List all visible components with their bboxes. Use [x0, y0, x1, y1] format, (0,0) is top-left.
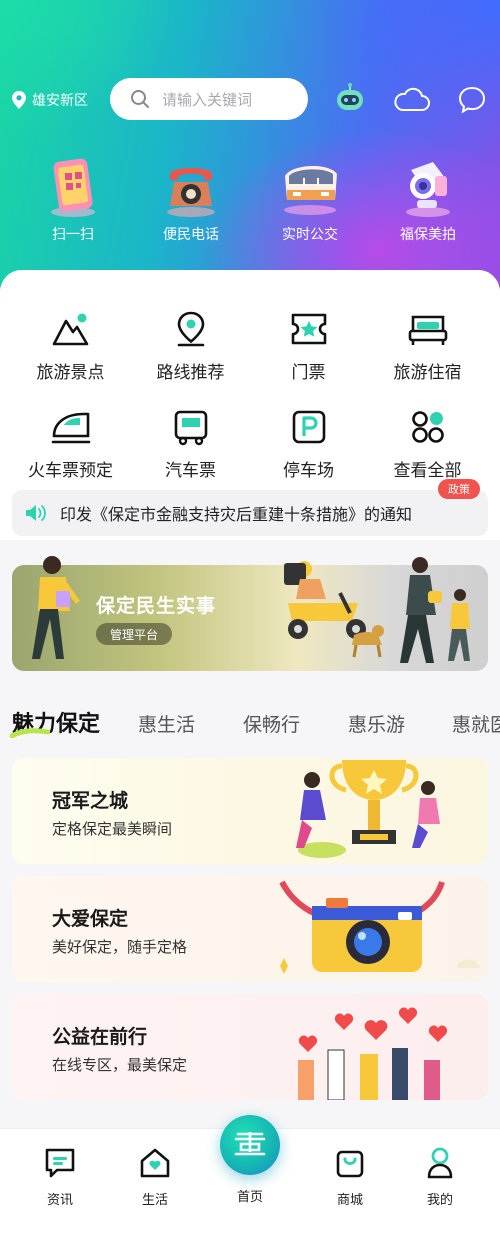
notice-text: 印发《保定市金融支持灾后重建十条措施》的通知: [60, 505, 413, 524]
bed-icon: [408, 315, 447, 345]
location-label: 雄安新区: [32, 93, 88, 109]
train-icon: [51, 412, 90, 444]
user-icon: [427, 1147, 453, 1179]
quick-camera[interactable]: 福保美拍: [378, 152, 478, 244]
service-label: 门票: [291, 363, 326, 383]
service-view-all[interactable]: 查看全部: [365, 404, 490, 481]
card-title: 大爱保定: [52, 908, 129, 930]
nav-label: 商城: [336, 1193, 363, 1208]
quick-telephone[interactable]: 便民电话: [141, 152, 241, 244]
card-subtitle: 美好保定，随手定格: [52, 938, 188, 956]
notice-bar[interactable]: 印发《保定市金融支持灾后重建十条措施》的通知: [12, 490, 488, 536]
mountain-icon: [52, 313, 88, 346]
service-label: 查看全部: [393, 461, 462, 481]
header-background: [0, 0, 500, 300]
route-pin-icon: [177, 311, 204, 347]
policy-badge: 政策: [438, 479, 480, 499]
raised-hands-hearts-illustration: [298, 1007, 448, 1100]
quick-bus[interactable]: 实时公交: [260, 152, 360, 244]
tab-hui-medical[interactable]: 惠就医: [452, 710, 500, 737]
hui-logo-icon: [234, 1132, 266, 1156]
bus-ticket-icon: [174, 410, 207, 446]
grid-all-icon: [411, 411, 444, 443]
card-title: 公益在前行: [52, 1026, 148, 1048]
service-lodging[interactable]: 旅游住宿: [365, 306, 490, 383]
card-great-love[interactable]: 大爱保定 美好保定，随手定格: [12, 876, 488, 982]
tab-bao-travel[interactable]: 保畅行: [243, 710, 300, 737]
nav-label: 生活: [141, 1193, 168, 1208]
service-label: 停车场: [283, 461, 334, 481]
card-subtitle: 定格保定最美瞬间: [52, 820, 173, 838]
search-icon: [131, 90, 149, 108]
banner-title: 保定民生实事: [96, 595, 217, 617]
ticket-icon: [291, 313, 326, 345]
bus-icon: [284, 165, 337, 215]
management-platform-button[interactable]: 管理平台: [96, 623, 173, 645]
walking-person-illustration: [32, 556, 80, 659]
nav-label: 资讯: [46, 1193, 73, 1208]
service-bus-tickets[interactable]: 汽车票: [128, 404, 253, 481]
message-icon[interactable]: [452, 80, 492, 120]
service-label: 火车票预定: [28, 461, 113, 481]
parking-icon: [292, 410, 325, 444]
nav-news[interactable]: 资讯: [10, 1145, 110, 1208]
quick-camera-label: 福保美拍: [400, 227, 456, 243]
location-selector[interactable]: 雄安新区: [12, 90, 88, 110]
nav-mall[interactable]: 商城: [300, 1145, 400, 1208]
service-route[interactable]: 路线推荐: [128, 306, 253, 383]
home-heart-icon: [140, 1148, 170, 1178]
shopping-bag-icon: [336, 1150, 364, 1178]
robot-assistant-icon[interactable]: [330, 80, 370, 120]
service-label: 路线推荐: [156, 363, 225, 383]
service-train-tickets[interactable]: 火车票预定: [8, 404, 133, 481]
nav-life[interactable]: 生活: [105, 1145, 205, 1208]
card-subtitle: 在线专区，最美保定: [52, 1056, 188, 1074]
card-title: 冠军之城: [52, 790, 129, 812]
family-walking-illustration: [352, 557, 470, 663]
quick-telephone-label: 便民电话: [163, 227, 219, 243]
camera-illustration: [279, 880, 480, 974]
service-tickets[interactable]: 门票: [246, 306, 371, 383]
quick-bus-label: 实时公交: [282, 227, 338, 243]
quick-scan[interactable]: 扫一扫: [23, 152, 123, 244]
location-pin-icon: [12, 91, 26, 109]
nav-profile[interactable]: 我的: [390, 1145, 490, 1208]
active-tab-indicator: [10, 728, 50, 738]
card-charity[interactable]: 公益在前行 在线专区，最美保定: [12, 994, 488, 1100]
search-input[interactable]: 请输入关键词: [110, 78, 308, 120]
service-label: 旅游景点: [36, 363, 105, 383]
weather-cloud-icon[interactable]: [392, 80, 432, 120]
livelihood-banner[interactable]: 保定民生实事 管理平台: [12, 556, 488, 671]
search-placeholder: 请输入关键词: [162, 90, 253, 109]
service-scenic-spots[interactable]: 旅游景点: [8, 306, 133, 383]
news-icon: [45, 1148, 75, 1178]
nav-label: 我的: [426, 1193, 453, 1208]
service-label: 汽车票: [165, 461, 216, 481]
scan-icon: [51, 158, 95, 217]
service-label: 旅游住宿: [393, 363, 462, 383]
quick-scan-label: 扫一扫: [52, 227, 94, 243]
service-parking[interactable]: 停车场: [246, 404, 371, 481]
home-button[interactable]: [220, 1115, 280, 1175]
camera-icon: [406, 162, 450, 217]
speaker-icon: [26, 505, 46, 521]
tab-hui-tour[interactable]: 惠乐游: [348, 710, 405, 737]
nav-label-home: 首页: [236, 1190, 263, 1205]
telephone-icon: [167, 168, 215, 217]
category-tabs: 魅力保定 惠生活 保畅行 惠乐游 惠就医: [0, 700, 500, 746]
tab-hui-life[interactable]: 惠生活: [138, 710, 195, 737]
trophy-illustration: [296, 760, 440, 858]
card-champion-city[interactable]: 冠军之城 定格保定最美瞬间: [12, 758, 488, 864]
